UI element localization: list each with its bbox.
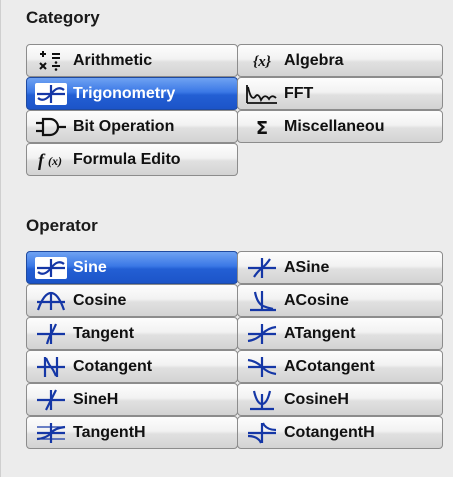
algebra-icon: {x} bbox=[242, 48, 282, 74]
category-miscellaneous-label: Miscellaneou bbox=[284, 117, 385, 135]
svg-text:f: f bbox=[38, 150, 46, 170]
category-algebra-label: Algebra bbox=[284, 51, 344, 69]
operator-sineh-label: SineH bbox=[73, 390, 119, 408]
tangent-icon bbox=[31, 321, 71, 347]
operator-acotangent-label: ACotangent bbox=[284, 357, 375, 375]
operator-cosine-label: Cosine bbox=[73, 291, 127, 309]
category-bit-operation-label: Bit Operation bbox=[73, 117, 175, 135]
formula-icon: f (x) bbox=[31, 147, 71, 173]
bit-operation-icon bbox=[31, 114, 71, 140]
category-arithmetic-label: Arithmetic bbox=[73, 51, 153, 69]
operator-tangent-button[interactable]: Tangent bbox=[26, 317, 238, 350]
operator-cotangenth-button[interactable]: CotangentH bbox=[237, 416, 443, 449]
asine-icon bbox=[242, 255, 282, 281]
svg-text:(x): (x) bbox=[48, 154, 62, 168]
operator-atangent-button[interactable]: ATangent bbox=[237, 317, 443, 350]
operator-cotangent-button[interactable]: Cotangent bbox=[26, 350, 238, 383]
acosine-icon bbox=[242, 288, 282, 314]
category-miscellaneous-button[interactable]: Σ Miscellaneou bbox=[237, 110, 443, 143]
cosineh-icon bbox=[242, 387, 282, 413]
category-trigonometry-button[interactable]: Trigonometry bbox=[26, 77, 238, 110]
acotangent-icon bbox=[242, 354, 282, 380]
arithmetic-icon bbox=[31, 48, 71, 74]
cotangent-icon bbox=[31, 354, 71, 380]
operator-cosineh-button[interactable]: CosineH bbox=[237, 383, 443, 416]
operator-acotangent-button[interactable]: ACotangent bbox=[237, 350, 443, 383]
operator-tangenth-label: TangentH bbox=[73, 423, 146, 441]
svg-text:{x}: {x} bbox=[253, 54, 272, 70]
operator-acosine-label: ACosine bbox=[284, 291, 349, 309]
fft-icon bbox=[242, 81, 282, 107]
operator-cotangent-label: Cotangent bbox=[73, 357, 153, 375]
operator-title: Operator bbox=[26, 216, 98, 235]
operator-cosine-button[interactable]: Cosine bbox=[26, 284, 238, 317]
tangenth-icon bbox=[31, 420, 71, 446]
category-fft-label: FFT bbox=[284, 84, 314, 102]
sine-icon bbox=[31, 255, 71, 281]
category-algebra-button[interactable]: {x} Algebra bbox=[237, 44, 443, 77]
atangent-icon bbox=[242, 321, 282, 347]
operator-tangent-label: Tangent bbox=[73, 324, 135, 342]
operator-asine-label: ASine bbox=[284, 258, 330, 276]
category-trigonometry-label: Trigonometry bbox=[73, 84, 176, 102]
operator-acosine-button[interactable]: ACosine bbox=[237, 284, 443, 317]
operator-sine-label: Sine bbox=[73, 258, 107, 276]
sineh-icon bbox=[31, 387, 71, 413]
operator-asine-button[interactable]: ASine bbox=[237, 251, 443, 284]
category-formula-editor-label: Formula Edito bbox=[73, 150, 181, 168]
cosine-icon bbox=[31, 288, 71, 314]
sigma-icon: Σ bbox=[242, 114, 282, 140]
math-function-panel: Category Arithmetic {x} Algebra Trigonom… bbox=[0, 0, 453, 477]
operator-sineh-button[interactable]: SineH bbox=[26, 383, 238, 416]
cotangenth-icon bbox=[242, 420, 282, 446]
category-arithmetic-button[interactable]: Arithmetic bbox=[26, 44, 238, 77]
category-fft-button[interactable]: FFT bbox=[237, 77, 443, 110]
svg-text:Σ: Σ bbox=[256, 118, 268, 138]
operator-sine-button[interactable]: Sine bbox=[26, 251, 238, 284]
category-bit-operation-button[interactable]: Bit Operation bbox=[26, 110, 238, 143]
category-formula-editor-button[interactable]: f (x) Formula Edito bbox=[26, 143, 238, 176]
trigonometry-icon bbox=[31, 81, 71, 107]
operator-atangent-label: ATangent bbox=[284, 324, 356, 342]
operator-tangenth-button[interactable]: TangentH bbox=[26, 416, 238, 449]
operator-cosineh-label: CosineH bbox=[284, 390, 349, 408]
operator-cotangenth-label: CotangentH bbox=[284, 423, 375, 441]
category-title: Category bbox=[26, 8, 100, 27]
